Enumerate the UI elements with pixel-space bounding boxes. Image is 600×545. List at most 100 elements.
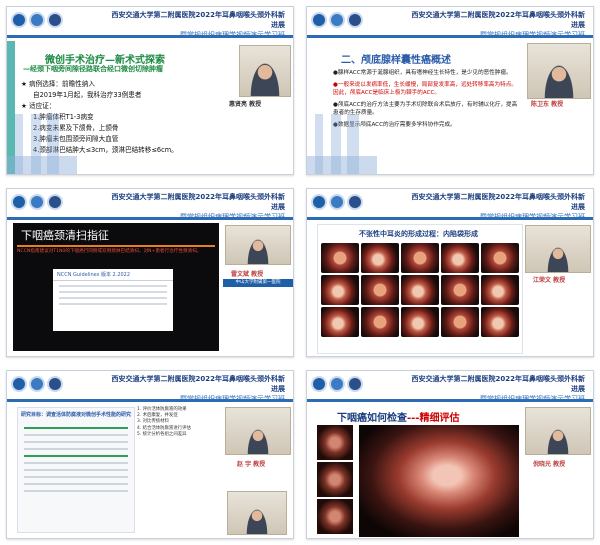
title-accent: ---精细评估 xyxy=(407,413,460,424)
endoscopy-thumbnails xyxy=(317,425,353,535)
title-main: 下咽癌如何检查 xyxy=(337,413,407,424)
speaker-video[interactable] xyxy=(239,45,291,97)
text-line xyxy=(59,303,167,305)
guideline-document: NCCN Guidelines 版本 2.2022 xyxy=(53,269,173,331)
slide-header: 西安交通大学第二附属医院2022年耳鼻咽喉头颈外科新进展 暨常规组织病理学视频演… xyxy=(7,371,293,405)
speaker-name: 陈卫东 教授 xyxy=(531,101,564,108)
header-divider xyxy=(7,399,293,402)
header-title-line1: 西安交通大学第二附属医院2022年耳鼻咽喉头颈外科新进展 xyxy=(411,11,585,29)
slide-3[interactable]: 西安交通大学第二附属医院2022年耳鼻咽喉头颈外科新进展 暨常规组织病理学视频演… xyxy=(6,188,294,357)
slide-body: NCCN指南建议对T1N0的下咽癌行同侧或双侧颈淋巴结清扫，对N+患者行治疗性颈… xyxy=(17,249,215,255)
text-line xyxy=(24,483,128,485)
department-logo-icon xyxy=(347,12,363,28)
slide-grid: 西安交通大学第二附属医院2022年耳鼻咽喉头颈外科新进展 暨常规组织病理学视频演… xyxy=(6,6,594,539)
skyline-decoration xyxy=(307,114,377,174)
slide-6[interactable]: 西安交通大学第二附属医院2022年耳鼻咽喉头颈外科新进展 暨常规组织病理学视频演… xyxy=(306,370,594,539)
slide-title: 二、颅底腺样囊性癌概述 xyxy=(341,55,451,66)
list-item: ★ 适应证： xyxy=(21,102,56,110)
otoscopy-image xyxy=(441,275,479,305)
endoscopy-image xyxy=(317,425,353,460)
department-logo-icon xyxy=(47,376,63,392)
university-logo-icon xyxy=(29,194,45,210)
speaker-name: 雷文斌 教授 xyxy=(231,271,264,278)
otoscopy-image xyxy=(481,307,519,337)
text-line xyxy=(24,469,128,471)
slide-body: 1. 评价活体防腐液的效果 2. 术后康复，并发症 3. 对比传统材料 4. 结… xyxy=(137,407,219,438)
otoscopy-image xyxy=(361,307,399,337)
speaker-video[interactable] xyxy=(225,225,291,265)
slide-5[interactable]: 西安交通大学第二附属医院2022年耳鼻咽喉头颈外科新进展 暨常规组织病理学视频演… xyxy=(6,370,294,539)
speaker-name: 惠贤亮 教授 xyxy=(229,101,262,108)
header-title-line1: 西安交通大学第二附属医院2022年耳鼻咽喉头颈外科新进展 xyxy=(411,193,585,211)
skyline-decoration xyxy=(7,114,77,174)
hospital-logo-icon xyxy=(311,194,327,210)
speaker-video[interactable] xyxy=(525,407,591,455)
header-divider xyxy=(307,217,593,220)
endoscopy-main-image[interactable] xyxy=(359,425,519,537)
speaker-avatar xyxy=(250,62,280,96)
endoscopy-image xyxy=(317,462,353,497)
university-logo-icon xyxy=(329,194,345,210)
header-divider xyxy=(7,35,293,38)
logo-group xyxy=(11,12,63,28)
department-logo-icon xyxy=(347,194,363,210)
otoscopy-image xyxy=(481,243,519,273)
slide-1[interactable]: 西安交通大学第二附属医院2022年耳鼻咽喉头颈外科新进展 暨常规组织病理学视频演… xyxy=(6,6,294,175)
text-line xyxy=(59,285,167,287)
text-line xyxy=(24,476,128,478)
hospital-logo-icon xyxy=(11,12,27,28)
header-divider xyxy=(307,35,593,38)
speaker-video[interactable] xyxy=(225,407,291,455)
slide-header: 西安交通大学第二附属医院2022年耳鼻咽喉头颈外科新进展 暨常规组织病理学视频演… xyxy=(307,7,593,41)
speaker-video[interactable] xyxy=(527,43,591,99)
speaker-video[interactable] xyxy=(525,225,591,273)
shared-document[interactable] xyxy=(17,407,135,533)
department-logo-icon xyxy=(47,194,63,210)
speaker-avatar xyxy=(547,428,569,454)
slide-header: 西安交通大学第二附属医院2022年耳鼻咽喉头颈外科新进展 暨常规组织病理学视频演… xyxy=(307,371,593,405)
university-logo-icon xyxy=(29,12,45,28)
slide-header: 西安交通大学第二附属医院2022年耳鼻咽喉头颈外科新进展 暨常规组织病理学视频演… xyxy=(307,189,593,223)
otoscopy-image xyxy=(401,275,439,305)
slide-4[interactable]: 西安交通大学第二附属医院2022年耳鼻咽喉头颈外科新进展 暨常规组织病理学视频演… xyxy=(306,188,594,357)
hospital-logo-icon xyxy=(311,376,327,392)
otoscopy-image xyxy=(321,243,359,273)
logo-group xyxy=(11,194,63,210)
otoscopy-image xyxy=(361,243,399,273)
slide-title: 下咽癌颈清扫指征 xyxy=(21,229,109,242)
paragraph: ●一般来说以发病率低，生长缓慢，局部复发率高，远处转移率高为特点。因此，颅底AC… xyxy=(333,81,517,97)
list-item: 5. 统计分析各组之间差异 xyxy=(137,431,187,437)
department-logo-icon xyxy=(47,12,63,28)
otoscopy-image xyxy=(321,307,359,337)
list-item: ★ 病例选择：前瞻性纳入 xyxy=(21,80,95,88)
slide-title: 下咽癌如何检查---精细评估 xyxy=(337,409,459,424)
speaker-avatar xyxy=(544,64,574,98)
text-line xyxy=(24,441,128,443)
text-line xyxy=(24,490,128,492)
logo-group xyxy=(11,376,63,392)
document-title: NCCN Guidelines 版本 2.2022 xyxy=(53,269,173,281)
header-title-line1: 西安交通大学第二附属医院2022年耳鼻咽喉头颈外科新进展 xyxy=(111,375,285,393)
slide-2[interactable]: 西安交通大学第二附属医院2022年耳鼻咽喉头颈外科新进展 暨常规组织病理学视频演… xyxy=(306,6,594,175)
header-divider xyxy=(7,217,293,220)
text-line xyxy=(59,297,167,299)
speaker-avatar xyxy=(247,238,269,264)
otoscopy-image xyxy=(361,275,399,305)
text-line xyxy=(59,291,167,293)
speaker-name: 倪晓光 教授 xyxy=(533,461,566,468)
participant-avatar xyxy=(246,508,268,534)
title-underline xyxy=(17,245,215,247)
otoscopy-image xyxy=(401,307,439,337)
slide-header: 西安交通大学第二附属医院2022年耳鼻咽喉头颈外科新进展 暨常规组织病理学视频演… xyxy=(7,7,293,41)
hospital-logo-icon xyxy=(11,376,27,392)
slide-header: 西安交通大学第二附属医院2022年耳鼻咽喉头颈外科新进展 暨常规组织病理学视频演… xyxy=(7,189,293,223)
text-line xyxy=(24,427,128,429)
paragraph: ●腺样ACC常源于涎腺组织，具有嗜神经生长特性，是少见的恶性肿瘤。 xyxy=(333,70,512,76)
otoscopy-image xyxy=(321,275,359,305)
speaker-name: 赵 宇 教授 xyxy=(237,461,266,468)
text-line xyxy=(24,455,128,457)
otoscopy-image-grid xyxy=(321,243,521,337)
slide-title: 不张性中耳炎的形成过程：内陷袋形成 xyxy=(359,230,478,238)
logo-group xyxy=(311,376,363,392)
participant-video[interactable] xyxy=(227,491,287,535)
